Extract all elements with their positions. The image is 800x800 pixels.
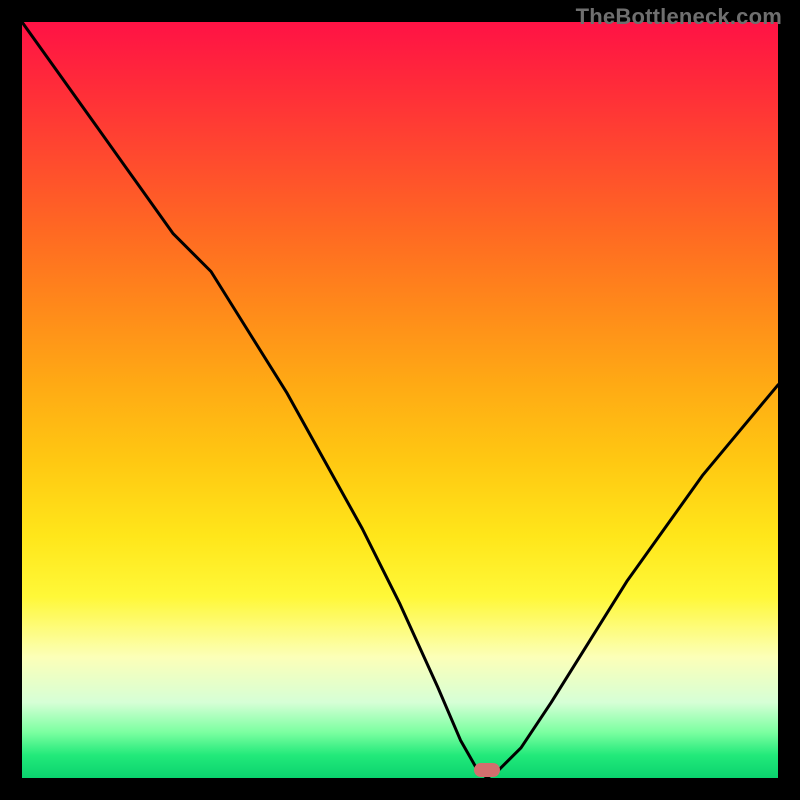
watermark-text: TheBottleneck.com	[576, 4, 782, 30]
chart-frame: TheBottleneck.com	[0, 0, 800, 800]
plot-area	[22, 22, 778, 778]
optimal-point-marker	[474, 763, 500, 777]
bottleneck-curve	[22, 22, 778, 778]
